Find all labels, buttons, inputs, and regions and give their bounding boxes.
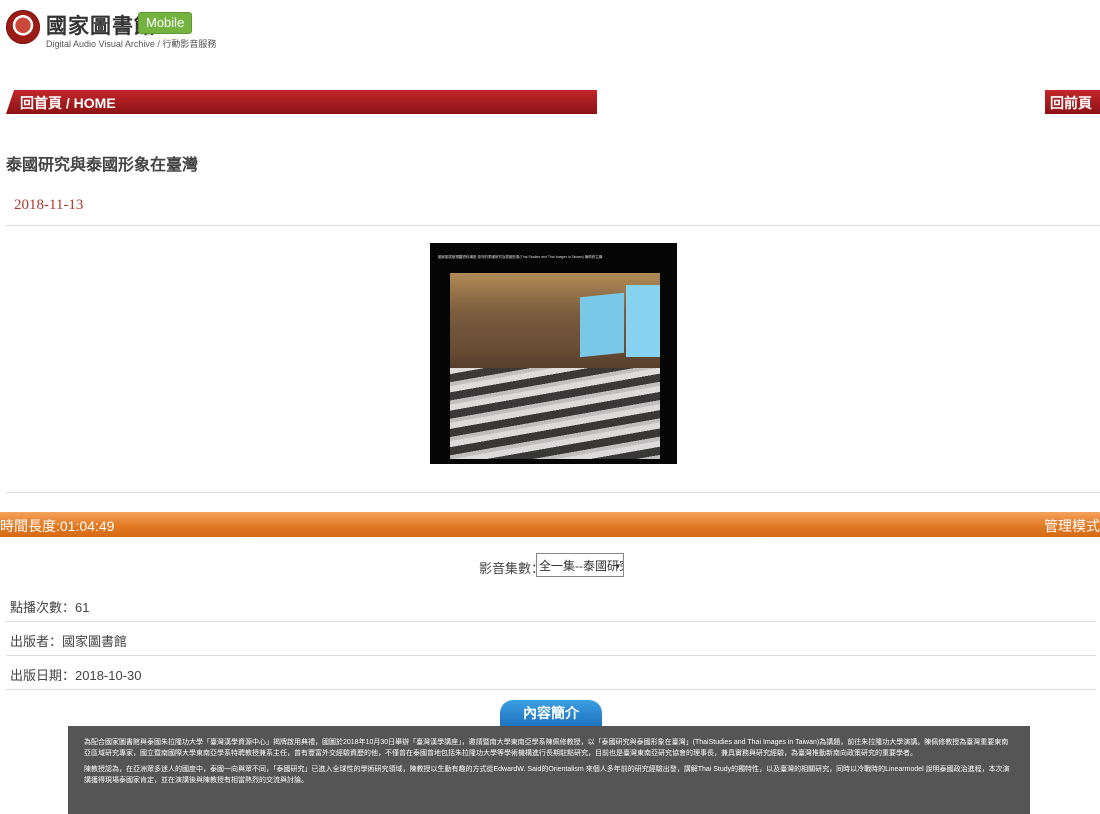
video-caption: 國家圖書館視聽資料講座 臺灣的泰國研究及泰國形象(Thai Studies an…: [438, 255, 603, 259]
library-seal-icon[interactable]: [6, 10, 40, 44]
site-header: 國家圖書館 Mobile Digital Audio Visual Archiv…: [6, 6, 606, 56]
projection-screen-right: [626, 285, 660, 357]
audience-rows: [450, 368, 660, 459]
publisher-row: 出版者：國家圖書館: [6, 625, 1096, 656]
lecture-photo: [450, 273, 660, 459]
publish-date: 出版日期：2018-10-30: [10, 668, 142, 683]
video-thumbnail[interactable]: 國家圖書館視聽資料講座 臺灣的泰國研究及泰國形象(Thai Studies an…: [430, 243, 677, 464]
back-nav-tab: 回前頁: [1045, 90, 1100, 114]
manage-mode-link[interactable]: 管理模式: [1044, 516, 1100, 536]
back-link[interactable]: 回前頁: [1050, 93, 1092, 113]
episode-label: 影音集數：: [479, 561, 545, 576]
divider: [6, 225, 1100, 226]
home-nav-bar: 回首頁 / HOME: [6, 90, 597, 114]
mobile-badge: Mobile: [138, 12, 193, 34]
divider: [6, 492, 1100, 493]
page-title: 泰國研究與泰國形象在臺灣: [6, 157, 199, 174]
episode-selected-value: 全一集--泰國研究: [539, 559, 624, 573]
views-count: 點播次數：61: [10, 600, 90, 615]
duration-bar: 時間長度:01:04:49 管理模式: [0, 512, 1100, 537]
views-row: 點播次數：61: [6, 591, 1096, 622]
publisher: 出版者：國家圖書館: [10, 634, 128, 649]
brand-subtitle: Digital Audio Visual Archive / 行動影音服務: [46, 39, 217, 49]
page-date: 2018-11-13: [14, 197, 84, 213]
projection-screen-left: [580, 292, 624, 358]
episode-select[interactable]: 全一集--泰國研究 ▾: [536, 553, 624, 577]
dropdown-arrow-icon: ▾: [615, 561, 620, 571]
intro-content: 為配合國家圖書館與泰國朱拉隆功大學「臺灣漢學資源中心」揭牌啟用典禮，國圖於201…: [68, 726, 1030, 814]
publish-date-row: 出版日期：2018-10-30: [6, 659, 1096, 690]
duration-text: 時間長度:01:04:49: [0, 518, 115, 534]
home-link[interactable]: 回首頁 / HOME: [20, 93, 116, 113]
intro-tab[interactable]: 內容簡介: [500, 700, 602, 726]
intro-paragraph-2: 陳教授認為，在亞洲眾多迷人的國度中，泰國一向與眾不同，「泰國研究」已進入全球性的…: [84, 766, 1010, 784]
intro-paragraph-1: 為配合國家圖書館與泰國朱拉隆功大學「臺灣漢學資源中心」揭牌啟用典禮，國圖於201…: [84, 739, 1009, 757]
